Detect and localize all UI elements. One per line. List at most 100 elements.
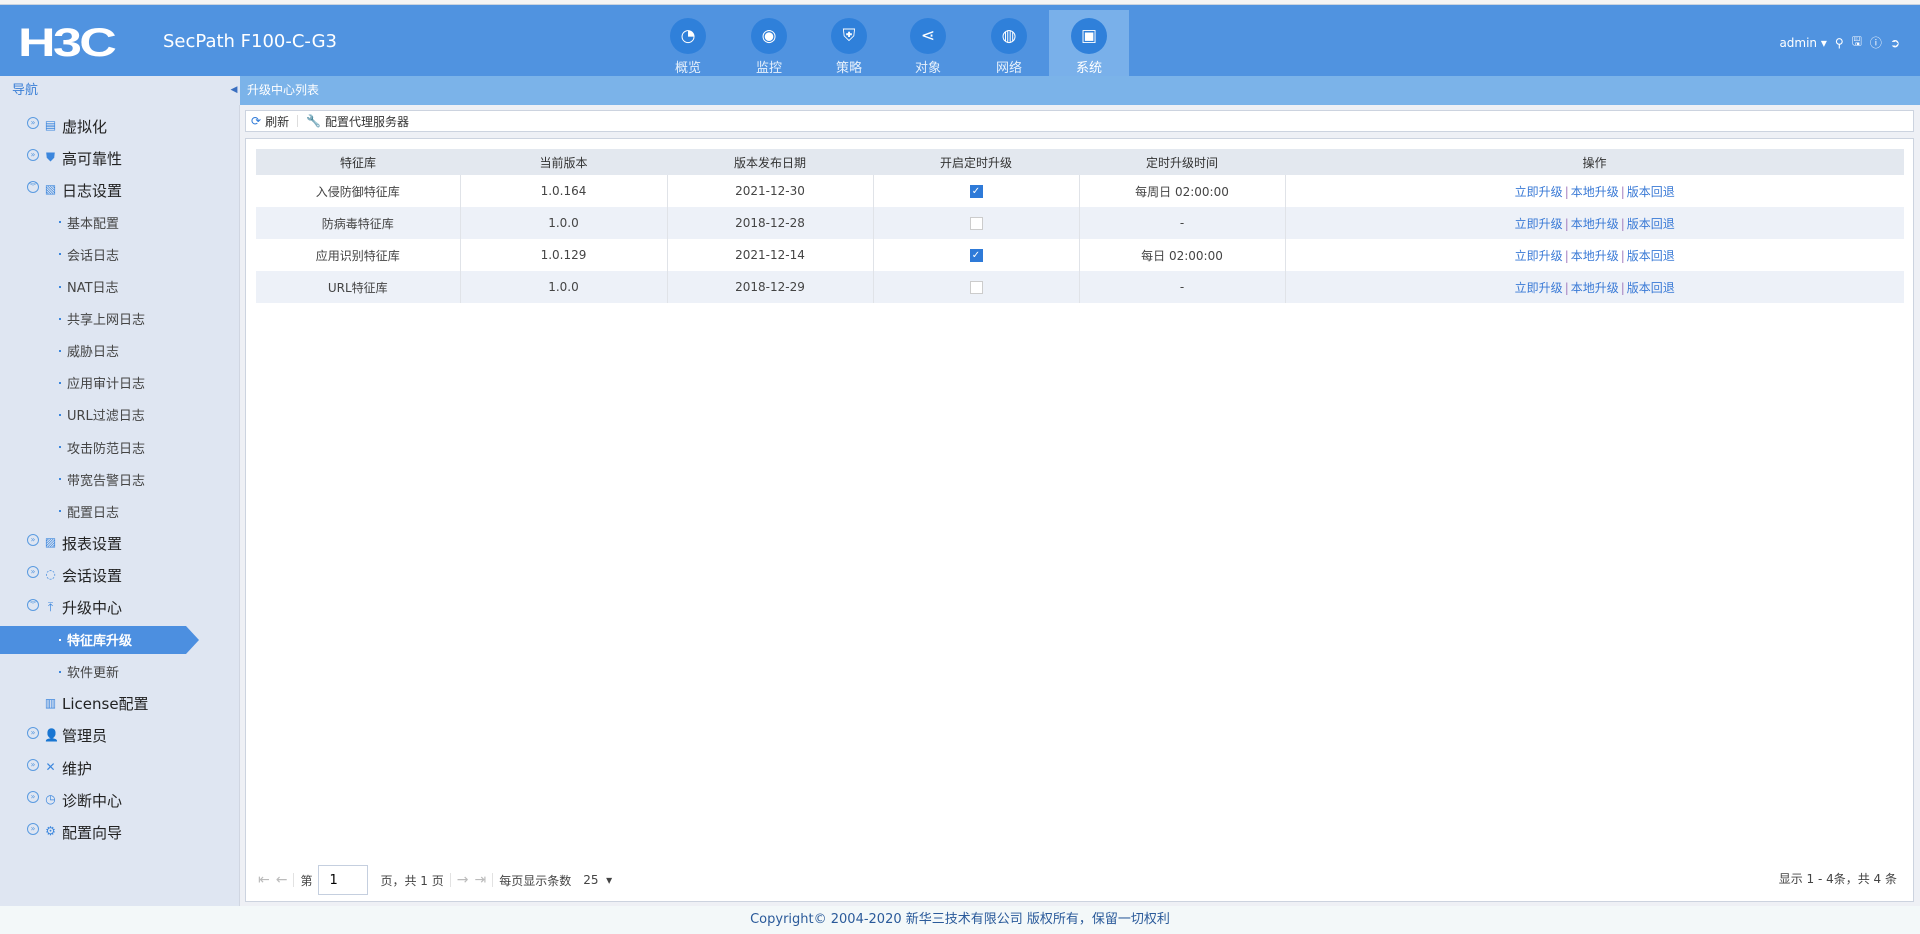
sidebar-item[interactable]: ▥ License配置 [0,690,228,718]
menu-icon: ✕ [45,760,56,774]
table-row: 应用识别特征库 1.0.129 2021-12-14 ✓ 每日 02:00:00… [256,239,1904,271]
action-link[interactable]: 版本回退 [1627,185,1675,199]
sidebar-item[interactable]: ︾ ⤒ 升级中心 [0,594,228,622]
search-icon[interactable]: ⚲ [1835,36,1844,50]
action-link[interactable]: 本地升级 [1571,281,1619,295]
pagination-summary: 显示 1 - 4条，共 4 条 [1778,872,1897,886]
user-menu[interactable]: admin ▾ [1779,36,1826,50]
refresh-button[interactable]: ⟳ 刷新 [251,113,297,130]
action-link[interactable]: 立即升级 [1515,281,1563,295]
scheduled-checkbox[interactable]: ✓ [969,185,983,198]
sidebar-item[interactable]: » ⚙ 配置向导 [0,818,228,846]
wrench-icon: 🔧 [306,114,322,128]
divider [492,873,494,887]
expand-icon[interactable]: » [27,117,39,129]
sidebar-item[interactable]: NAT日志 [0,273,228,301]
sidebar-item[interactable]: » ▨ 报表设置 [0,529,228,557]
cell-time: 每日 02:00:00 [1078,239,1285,271]
collapse-icon[interactable]: ︾ [27,598,39,611]
globe-icon: ◍ [991,18,1027,54]
sidebar-item[interactable]: » ✕ 维护 [0,754,228,782]
sidebar-item[interactable]: 软件更新 [0,658,228,686]
action-link[interactable]: 本地升级 [1571,249,1619,263]
scheduled-checkbox[interactable]: ✓ [969,249,983,262]
sidebar-item[interactable]: » 👤 管理员 [0,722,228,750]
next-page-icon[interactable]: → [457,872,469,888]
first-page-icon[interactable]: ⇤ [258,872,270,888]
menu-icon: ▨ [44,535,57,550]
nav-tab-1[interactable]: ◉ 监控 [729,10,809,76]
help-icon[interactable]: ⓘ [1870,34,1882,51]
shield-icon: ⛨ [831,18,867,54]
action-link[interactable]: 版本回退 [1627,281,1675,295]
last-page-icon[interactable]: ⇥ [474,872,486,888]
save-icon[interactable]: 🖫 [1852,32,1862,53]
expand-icon[interactable]: » [27,791,39,804]
per-page-select[interactable]: 25 ▾ [583,873,612,887]
sidebar-item[interactable]: » ◌ 会话设置 [0,561,228,589]
configure-proxy-button[interactable]: 🔧 配置代理服务器 [306,113,417,130]
action-link[interactable]: 版本回退 [1627,249,1675,263]
sidebar-item[interactable]: URL过滤日志 [0,401,228,429]
nav-tab-0[interactable]: ◔ 概览 [648,10,728,76]
action-link[interactable]: 本地升级 [1571,185,1619,199]
nav-tab-4[interactable]: ◍ 网络 [969,10,1049,76]
action-link[interactable]: 版本回退 [1627,217,1675,231]
page-number-input[interactable] [318,865,369,895]
sidebar-item[interactable]: 攻击防范日志 [0,433,228,461]
nav-tab-2[interactable]: ⛨ 策略 [809,10,889,76]
sidebar-item[interactable]: 威胁日志 [0,337,228,365]
collapse-icon[interactable]: ︾ [27,181,39,194]
toolbar: ⟳ 刷新 🔧 配置代理服务器 [245,110,1914,132]
logout-icon[interactable]: ➲ [1890,36,1900,50]
column-header: 开启定时升级 [873,149,1079,175]
expand-icon[interactable]: » [27,566,39,579]
cell-time: - [1078,207,1285,239]
sidebar-item[interactable]: 应用审计日志 [0,369,228,397]
cell-time: 每周日 02:00:00 [1078,175,1285,207]
sidebar-item[interactable]: 基本配置 [0,208,228,236]
sidebar-item[interactable]: 特征库升级 [0,625,199,654]
menu-icon: ⤒ [47,599,54,614]
signature-table-panel: 特征库 当前版本 版本发布日期 开启定时升级 定时升级时间 操作 入侵防御特征库 1.0.… [245,138,1914,902]
action-link[interactable]: 本地升级 [1571,217,1619,231]
menu-icon: 👤 [44,727,59,742]
expand-icon[interactable]: » [27,149,39,162]
scheduled-checkbox[interactable] [969,217,983,230]
sidebar-item[interactable]: ︾ ▧ 日志设置 [0,176,228,204]
table-row: 入侵防御特征库 1.0.164 2021-12-30 ✓ 每周日 02:00:0… [256,175,1904,207]
bullet [59,446,61,448]
sidebar-item[interactable]: » ◷ 诊断中心 [0,786,228,814]
expand-icon[interactable]: » [27,726,39,739]
collapse-sidebar-icon[interactable]: ◀ [228,76,240,105]
cell-version: 1.0.129 [459,239,667,271]
sidebar: » ▤ 虚拟化 » ⛊ 高可靠性 ︾ ▧ 日志设置 基本配置会话日志 NAT日志共享上网日志 威胁日志… [0,105,240,906]
cell-date: 2018-12-29 [666,271,873,303]
expand-icon[interactable]: » [27,823,39,836]
prev-page-icon[interactable]: ← [276,872,288,888]
column-header: 定时升级时间 [1079,149,1285,175]
bullet [59,638,61,641]
sidebar-item[interactable]: 会话日志 [0,240,228,268]
cell-version: 1.0.0 [459,207,667,239]
expand-icon[interactable]: » [27,534,39,547]
cell-name: 防病毒特征库 [256,207,460,239]
action-link[interactable]: 立即升级 [1515,185,1563,199]
action-link[interactable]: 立即升级 [1515,249,1563,263]
cell-actions: 立即升级 | 本地升级 | 版本回退 [1284,175,1904,207]
cell-date: 2021-12-30 [666,175,873,207]
bullet [59,670,61,673]
nav-tab-5[interactable]: ▣ 系统 [1049,10,1129,76]
divider [449,873,451,887]
sidebar-item[interactable]: » ⛊ 高可靠性 [0,144,228,172]
sidebar-item[interactable]: 带宽告警日志 [0,465,228,493]
nav-tab-3[interactable]: ⋖ 对象 [888,10,968,76]
sidebar-item[interactable]: 共享上网日志 [0,305,228,333]
expand-icon[interactable]: » [27,759,39,771]
action-link[interactable]: 立即升级 [1515,217,1563,231]
sidebar-item[interactable]: 配置日志 [0,497,228,525]
sidebar-item[interactable]: » ▤ 虚拟化 [0,112,228,140]
monitor-icon: ▣ [1071,18,1107,54]
scheduled-checkbox[interactable] [969,281,983,294]
cell-date: 2021-12-14 [666,239,873,271]
